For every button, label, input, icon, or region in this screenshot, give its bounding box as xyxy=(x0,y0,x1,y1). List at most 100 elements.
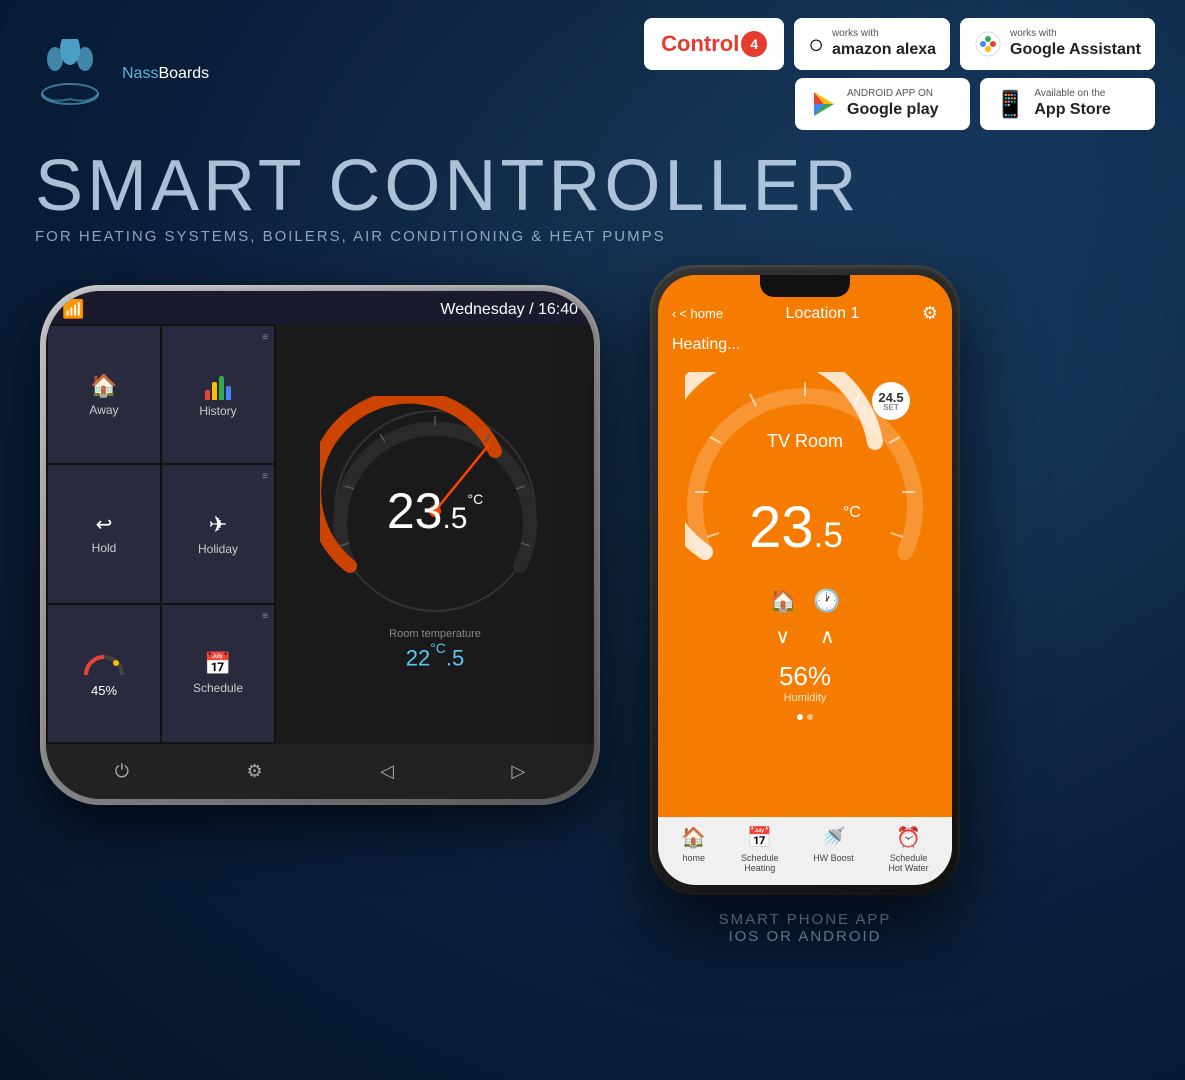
hold-icon: ↩ xyxy=(96,512,113,537)
target-temp-main: 22 xyxy=(406,646,430,671)
room-temp-label: Room temperature xyxy=(389,628,481,640)
history-chart-icon xyxy=(205,372,231,400)
app-store-pre-text: Available on the xyxy=(1034,88,1110,100)
hero-title: SMART CONTROLLER xyxy=(35,150,1150,222)
google-play-icon xyxy=(809,89,839,119)
thermo-btn-away[interactable]: 🏠 Away xyxy=(48,326,160,463)
menu-dots-2-icon: ≡ xyxy=(262,471,268,482)
thermo-bottom-bar: ⏻ ⚙ ◁ ▷ xyxy=(46,744,594,799)
thermo-btn-schedule[interactable]: ≡ 📅 Schedule xyxy=(162,605,274,742)
logo-area: NassBoards xyxy=(30,39,209,109)
phone-temp-main: 23 xyxy=(749,495,814,560)
target-temp-decimal: .5 xyxy=(446,646,464,671)
header: NassBoards Control 4 ○ works with amazon… xyxy=(0,0,1185,140)
logo-icon xyxy=(30,39,110,109)
phone-nav-schedule-heating[interactable]: 📅 ScheduleHeating xyxy=(741,825,779,873)
thermo-btn-history[interactable]: ≡ History xyxy=(162,326,274,463)
phone-nav-home[interactable]: 🏠 home xyxy=(681,825,706,873)
thermo-left-panel: 🏠 Away ≡ xyxy=(46,324,276,744)
phone-nav-schedule-heating-label: ScheduleHeating xyxy=(741,853,779,873)
phone-nav-schedule-hot-water-icon: ⏰ xyxy=(896,825,921,850)
badges-row-2: ANDROID APP ON Google play 📱 Available o… xyxy=(795,78,1155,130)
google-play-badge[interactable]: ANDROID APP ON Google play xyxy=(795,78,970,130)
alexa-main-text: amazon alexa xyxy=(832,40,936,59)
phone-nav-schedule-hot-water[interactable]: ⏰ ScheduleHot Water xyxy=(888,825,928,873)
thermo-btn-hold[interactable]: ↩ Hold xyxy=(48,465,160,602)
target-temp-badge: 24.5 SET xyxy=(872,382,910,420)
schedule-label: Schedule xyxy=(193,681,243,695)
menu-dots-icon: ≡ xyxy=(262,332,268,343)
thermo-right-panel: 23.5°C Room temperature 22°C.5 xyxy=(276,324,594,744)
thermo-content: 🏠 Away ≡ xyxy=(46,324,594,744)
brand-name: NassBoards xyxy=(122,65,209,83)
brand-boards: Boards xyxy=(158,65,209,82)
app-store-badge[interactable]: 📱 Available on the App Store xyxy=(980,78,1155,130)
phone-clock-icon[interactable]: 🕐 xyxy=(813,588,840,614)
amazon-alexa-badge[interactable]: ○ works with amazon alexa xyxy=(794,18,950,70)
assistant-main-text: Google Assistant xyxy=(1010,40,1141,59)
thermo-btn-humidity[interactable]: 45% xyxy=(48,605,160,742)
phone-temp-unit: °C xyxy=(843,504,861,521)
phone-nav-hw-boost[interactable]: 🚿 HW Boost xyxy=(813,825,854,873)
phone-down-arrow[interactable]: ∨ xyxy=(775,624,790,649)
thermostat-screen: 📶 Wednesday / 16:40 🏠 Away xyxy=(46,291,594,799)
phone-nav-schedule-heating-icon: 📅 xyxy=(747,825,772,850)
phone-room-name: TV Room xyxy=(767,431,843,452)
phone-settings-icon[interactable]: ⚙ xyxy=(922,303,938,324)
back-button[interactable]: ◁ xyxy=(364,753,410,790)
phone-up-arrow[interactable]: ∧ xyxy=(820,624,835,649)
control4-text: Control xyxy=(661,31,739,57)
phone-notch xyxy=(760,275,850,297)
thermo-display: 📶 Wednesday / 16:40 🏠 Away xyxy=(46,291,594,799)
phone-wrapper: ‹ < home Location 1 ⚙ Heating... xyxy=(650,265,960,945)
phone-nav-home-icon: 🏠 xyxy=(681,825,706,850)
hold-label: Hold xyxy=(92,541,117,555)
settings-button[interactable]: ⚙ xyxy=(230,753,278,790)
schedule-icon: 📅 xyxy=(204,651,231,677)
thermostat-device: 📶 Wednesday / 16:40 🏠 Away xyxy=(40,285,600,805)
thermo-btn-holiday[interactable]: ≡ ✈ Holiday xyxy=(162,465,274,602)
phone-home-icon[interactable]: 🏠 xyxy=(770,588,797,614)
phone-nav-bar: 🏠 home 📅 ScheduleHeating 🚿 HW Boost xyxy=(658,817,952,885)
dot-1 xyxy=(797,714,803,720)
target-temp-sub: SET xyxy=(883,404,899,412)
control4-number: 4 xyxy=(741,31,767,57)
phone-carousel-dots xyxy=(658,706,952,728)
phone-arrows-row: ∨ ∧ xyxy=(658,620,952,653)
phone-temperature-gauge: 24.5 SET TV Room 23.5°C xyxy=(685,372,925,572)
phone-temp-display: 23.5°C xyxy=(749,499,861,557)
phone-nav-hw-boost-label: HW Boost xyxy=(813,853,854,863)
alexa-pre-text: works with xyxy=(832,28,936,40)
assistant-pre-text: works with xyxy=(1010,28,1141,40)
away-label: Away xyxy=(89,403,118,417)
menu-dots-3-icon: ≡ xyxy=(262,611,268,622)
power-button[interactable]: ⏻ xyxy=(99,753,145,790)
app-store-icon: 📱 xyxy=(994,89,1026,120)
back-label: < home xyxy=(679,306,723,321)
phone-screen: ‹ < home Location 1 ⚙ Heating... xyxy=(658,275,952,885)
thermo-datetime: Wednesday / 16:40 xyxy=(440,301,578,319)
room-temp-unit: °C xyxy=(467,491,483,507)
phone-humidity-value: 56% xyxy=(658,661,952,692)
google-assistant-badge[interactable]: works with Google Assistant xyxy=(960,18,1155,70)
temperature-gauge: 23.5°C xyxy=(320,396,550,626)
control4-badge[interactable]: Control 4 xyxy=(644,18,784,70)
phone-humidity-label: Humidity xyxy=(658,692,952,704)
phone-heating-status: Heating... xyxy=(658,332,952,362)
google-play-pre-text: ANDROID APP ON xyxy=(847,88,939,100)
app-store-main-text: App Store xyxy=(1034,100,1110,119)
target-temperature-display: 22°C.5 xyxy=(406,644,465,671)
phone-gauge-area: 24.5 SET TV Room 23.5°C xyxy=(658,362,952,582)
phone-back-button[interactable]: ‹ < home xyxy=(672,306,723,321)
caption-line2: IOS or ANDROID xyxy=(719,928,892,945)
caption-line1: SMART PHONE APP xyxy=(719,911,892,928)
phone-nav-schedule-hot-water-label: ScheduleHot Water xyxy=(888,853,928,873)
holiday-label: Holiday xyxy=(198,542,238,556)
phone-device: ‹ < home Location 1 ⚙ Heating... xyxy=(650,265,960,895)
badges-area: Control 4 ○ works with amazon alexa xyxy=(644,18,1155,130)
holiday-icon: ✈ xyxy=(209,512,227,538)
chevron-left-icon: ‹ xyxy=(672,306,676,321)
forward-button[interactable]: ▷ xyxy=(495,753,541,790)
phone-icons-row: 🏠 🕐 xyxy=(658,582,952,620)
phone-nav-home-label: home xyxy=(683,853,706,863)
